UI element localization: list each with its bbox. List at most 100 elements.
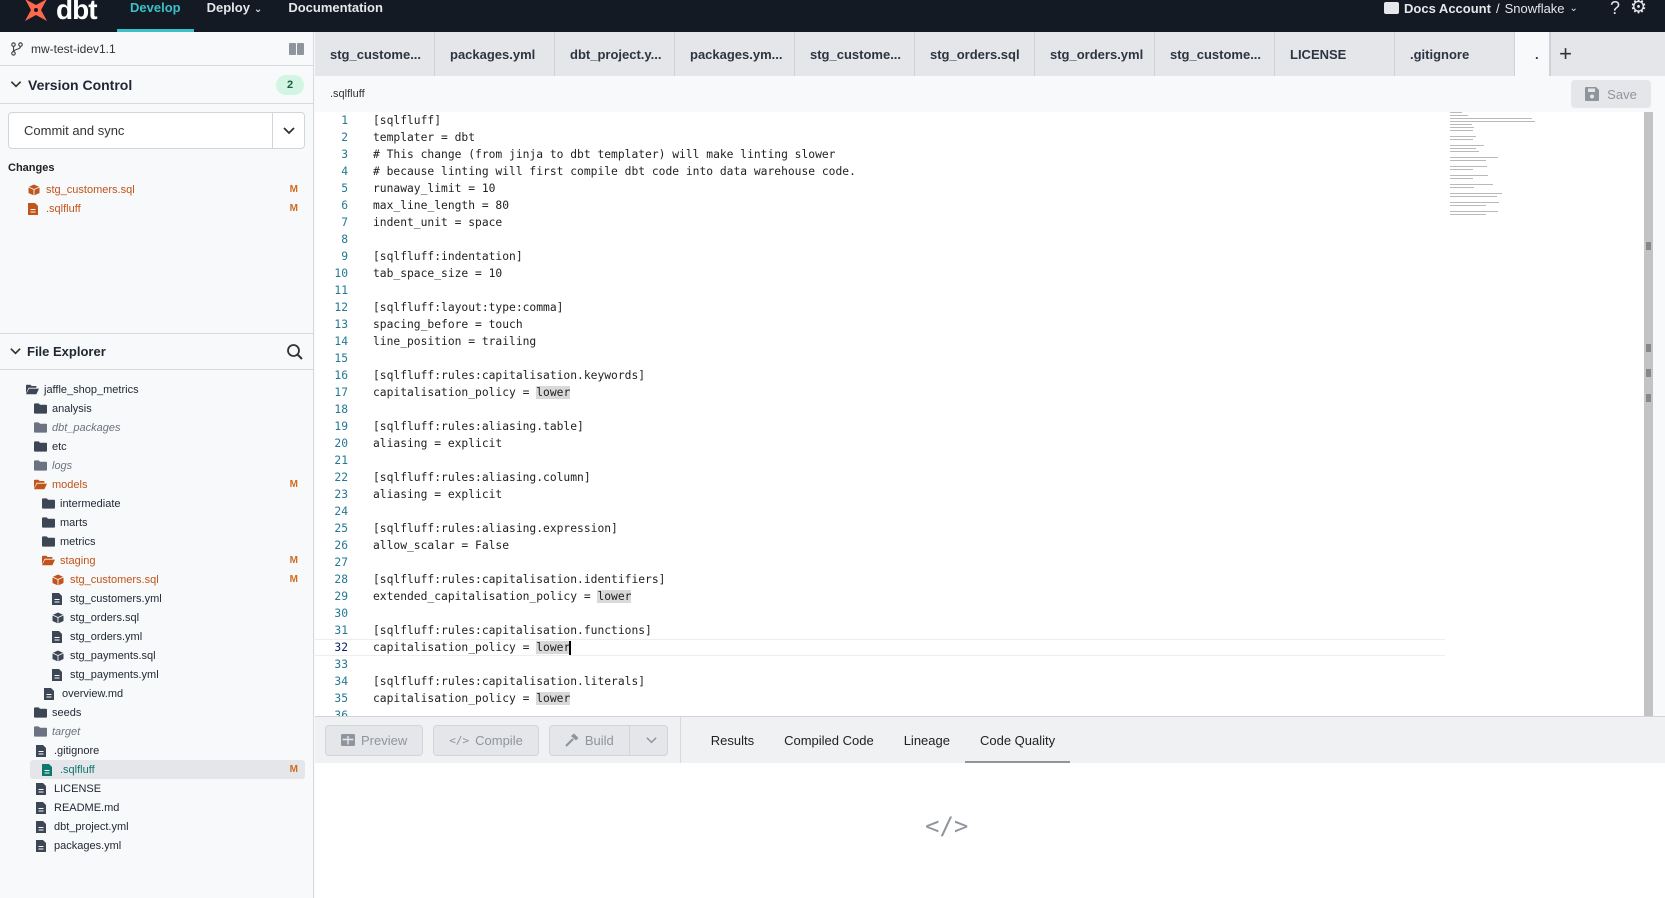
- code-line: 25 [sqlfluff:rules:aliasing.expression]: [315, 520, 1445, 537]
- change-item[interactable]: .sqlfluff M: [0, 199, 313, 218]
- minimap-line: [1450, 178, 1473, 179]
- panel-tab-code-quality[interactable]: Code Quality: [964, 717, 1071, 763]
- panel-tab-lineage[interactable]: Lineage: [889, 717, 965, 763]
- code-text: [sqlfluff:rules:aliasing.table]: [373, 420, 584, 433]
- file-tab[interactable]: stg_orders.sql: [915, 32, 1035, 76]
- tree-folder[interactable]: dbt_packages: [0, 418, 313, 437]
- minimap-line: [1450, 127, 1474, 128]
- code-line: 34 [sqlfluff:rules:capitalisation.literal…: [315, 673, 1445, 690]
- file-tab[interactable]: stg_custome...: [1155, 32, 1275, 76]
- file-tab[interactable]: LICENSE: [1275, 32, 1395, 76]
- nav-deploy[interactable]: Deploy ⌄: [194, 0, 276, 32]
- model-icon: [52, 650, 65, 662]
- folder-icon: [42, 498, 55, 509]
- code-text: # This change (from jinja to dbt templat…: [373, 148, 836, 161]
- tree-file[interactable]: stg_payments.yml: [0, 665, 313, 684]
- tree-folder[interactable]: logs: [0, 456, 313, 475]
- code-icon: </>: [449, 733, 470, 747]
- minimap[interactable]: [1450, 112, 1555, 215]
- tree-file[interactable]: LICENSE: [0, 779, 313, 798]
- tree-folder[interactable]: intermediate: [0, 494, 313, 513]
- file-tab[interactable]: stg_custome...: [315, 32, 435, 76]
- line-number: 11: [334, 284, 348, 297]
- file-tab[interactable]: packages.ym...: [675, 32, 795, 76]
- file-tab[interactable]: packages.yml: [435, 32, 555, 76]
- commit-and-sync-button[interactable]: Commit and sync: [8, 112, 305, 149]
- dbt-logo[interactable]: dbt: [22, 0, 98, 26]
- tree-file[interactable]: .sqlfluff M: [30, 760, 305, 779]
- file-explorer-header[interactable]: File Explorer: [0, 333, 313, 370]
- save-button[interactable]: Save: [1571, 80, 1651, 108]
- file-bar: .sqlfluff Save: [315, 76, 1665, 112]
- minimap-line: [1450, 112, 1462, 113]
- search-icon[interactable]: [286, 343, 304, 361]
- tree-folder[interactable]: etc: [0, 437, 313, 456]
- tree-folder[interactable]: staging M: [0, 551, 313, 570]
- vertical-scrollbar[interactable]: [1644, 112, 1653, 716]
- changes-label: Changes: [8, 162, 55, 174]
- folder-icon: [34, 422, 47, 433]
- build-options-dropdown[interactable]: [636, 734, 667, 747]
- nav-develop[interactable]: Develop: [117, 0, 194, 32]
- minimap-line: [1450, 130, 1473, 131]
- build-button[interactable]: Build: [550, 725, 630, 755]
- file-tab[interactable]: dbt_project.y...: [555, 32, 675, 76]
- help-icon[interactable]: ?: [1610, 0, 1620, 17]
- version-control-title: Version Control: [28, 76, 133, 93]
- panel-tab-results[interactable]: Results: [696, 717, 769, 763]
- code-line: 13 spacing_before = touch: [315, 316, 1445, 333]
- code-text: # because linting will first compile dbt…: [373, 165, 856, 178]
- change-item[interactable]: stg_customers.sql M: [0, 180, 313, 199]
- tree-folder[interactable]: jaffle_shop_metrics: [0, 380, 313, 399]
- tree-file[interactable]: stg_orders.sql: [0, 608, 313, 627]
- new-tab-button[interactable]: +: [1550, 32, 1580, 76]
- book-icon[interactable]: [289, 42, 304, 55]
- minimap-line: [1450, 166, 1488, 167]
- account-selector[interactable]: Docs Account / Snowflake ⌄: [1384, 0, 1578, 16]
- file-tab[interactable]: .: [1515, 32, 1550, 76]
- code-line: 23 aliasing = explicit: [315, 486, 1445, 503]
- file-tab[interactable]: stg_custome...: [795, 32, 915, 76]
- gear-icon[interactable]: ⚙: [1630, 0, 1647, 17]
- tree-file[interactable]: .gitignore: [0, 741, 313, 760]
- compile-label: Compile: [475, 732, 523, 748]
- tree-file[interactable]: README.md: [0, 798, 313, 817]
- line-number: 10: [334, 267, 348, 280]
- branch-row: mw-test-idev1.1: [0, 32, 313, 66]
- tree-file[interactable]: packages.yml: [0, 836, 313, 855]
- tree-folder[interactable]: target: [0, 722, 313, 741]
- code-editor[interactable]: 1 [sqlfluff] 2 templater = dbt 3 # This chang…: [315, 112, 1653, 716]
- line-number: 15: [334, 352, 348, 365]
- file-tab[interactable]: stg_orders.yml: [1035, 32, 1155, 76]
- compile-button[interactable]: </> Compile: [433, 724, 539, 756]
- tree-file[interactable]: overview.md: [0, 684, 313, 703]
- code-line: 22 [sqlfluff:rules:aliasing.column]: [315, 469, 1445, 486]
- tree-folder[interactable]: analysis: [0, 399, 313, 418]
- account-name: Docs Account: [1404, 0, 1491, 16]
- code-text: templater = dbt: [373, 131, 476, 144]
- tree-file[interactable]: stg_payments.sql: [0, 646, 313, 665]
- version-control-header[interactable]: Version Control 2: [0, 66, 313, 104]
- code-text: tab_space_size = 10: [373, 267, 503, 280]
- tree-folder[interactable]: seeds: [0, 703, 313, 722]
- folder-open-icon: [34, 479, 47, 490]
- nav-documentation[interactable]: Documentation: [275, 0, 396, 32]
- commit-options-dropdown[interactable]: [272, 113, 304, 148]
- code-text: max_line_length = 80: [373, 199, 510, 212]
- tree-file[interactable]: stg_orders.yml: [0, 627, 313, 646]
- tree-folder[interactable]: marts: [0, 513, 313, 532]
- tree-file[interactable]: stg_customers.yml: [0, 589, 313, 608]
- code-text: [sqlfluff:indentation]: [373, 250, 523, 263]
- file-tab[interactable]: .gitignore: [1395, 32, 1515, 76]
- main-nav: Develop Deploy ⌄ Documentation: [117, 0, 396, 32]
- preview-button[interactable]: Preview: [325, 724, 424, 756]
- tree-file[interactable]: dbt_project.yml: [0, 817, 313, 836]
- folder-open-icon: [42, 555, 55, 566]
- code-text: [sqlfluff:rules:capitalisation.functions…: [373, 624, 652, 637]
- file-icon: [42, 763, 55, 776]
- tree-folder[interactable]: metrics: [0, 532, 313, 551]
- tree-item-name: stg_orders.sql: [70, 611, 140, 624]
- tree-file[interactable]: stg_customers.sql M: [0, 570, 313, 589]
- panel-tab-compiled-code[interactable]: Compiled Code: [769, 717, 889, 763]
- tree-folder[interactable]: models M: [0, 475, 313, 494]
